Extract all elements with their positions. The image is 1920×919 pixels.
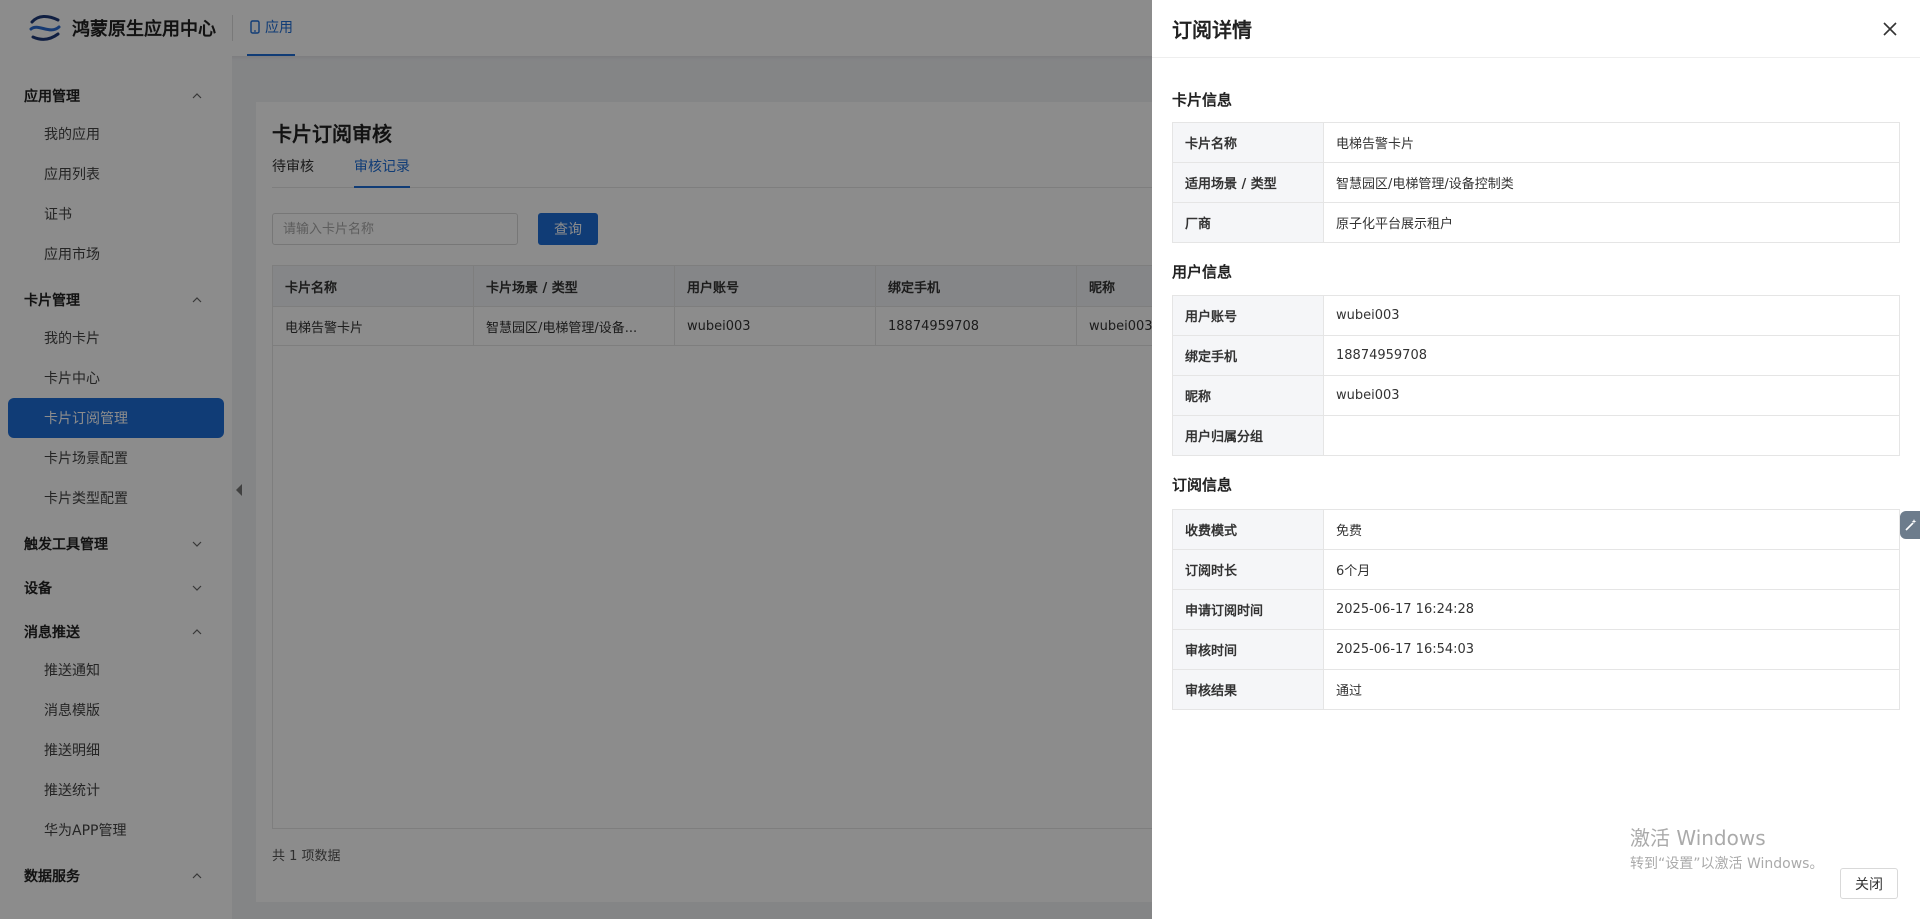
detail-row: 昵称 wubei003 bbox=[1173, 376, 1899, 416]
user-info-table: 用户账号 wubei003 绑定手机 18874959708 昵称 wubei0… bbox=[1172, 295, 1900, 456]
close-button[interactable]: 关闭 bbox=[1840, 868, 1898, 899]
detail-row: 收费模式 免费 bbox=[1173, 510, 1899, 550]
detail-row: 绑定手机 18874959708 bbox=[1173, 336, 1899, 376]
detail-label: 绑定手机 bbox=[1173, 336, 1324, 375]
detail-label: 申请订阅时间 bbox=[1173, 590, 1324, 629]
section-title-card-info: 卡片信息 bbox=[1172, 91, 1233, 109]
detail-value: 免费 bbox=[1336, 524, 1363, 539]
detail-row: 适用场景 / 类型 智慧园区/电梯管理/设备控制类 bbox=[1173, 163, 1899, 203]
detail-value: 2025-06-17 16:24:28 bbox=[1336, 602, 1475, 617]
detail-row: 用户归属分组 bbox=[1173, 416, 1899, 456]
detail-row: 厂商 原子化平台展示租户 bbox=[1173, 203, 1899, 243]
detail-row: 用户账号 wubei003 bbox=[1173, 296, 1899, 336]
close-icon[interactable] bbox=[1880, 19, 1900, 39]
detail-label: 审核时间 bbox=[1173, 630, 1324, 669]
drawer-header: 订阅详情 bbox=[1152, 0, 1920, 58]
detail-label: 订阅时长 bbox=[1173, 550, 1324, 589]
detail-label: 收费模式 bbox=[1173, 510, 1324, 549]
subscription-detail-drawer: 订阅详情 卡片信息 卡片名称 电梯告警卡片 适用场景 / 类型 智慧园区/电梯管… bbox=[1152, 0, 1920, 919]
detail-label: 审核结果 bbox=[1173, 670, 1324, 709]
detail-value: 智慧园区/电梯管理/设备控制类 bbox=[1336, 177, 1514, 192]
detail-row: 申请订阅时间 2025-06-17 16:24:28 bbox=[1173, 590, 1899, 630]
drawer-title: 订阅详情 bbox=[1172, 18, 1252, 42]
detail-value: 电梯告警卡片 bbox=[1336, 137, 1415, 152]
floating-tool-button[interactable] bbox=[1900, 511, 1920, 539]
detail-row: 订阅时长 6个月 bbox=[1173, 550, 1899, 590]
detail-value: 原子化平台展示租户 bbox=[1336, 217, 1454, 232]
subscription-info-table: 收费模式 免费 订阅时长 6个月 申请订阅时间 2025-06-17 16:24… bbox=[1172, 509, 1900, 710]
section-title-user-info: 用户信息 bbox=[1172, 263, 1233, 281]
detail-label: 昵称 bbox=[1173, 376, 1324, 415]
detail-row: 卡片名称 电梯告警卡片 bbox=[1173, 123, 1899, 163]
detail-value: 18874959708 bbox=[1336, 348, 1427, 363]
detail-label: 用户归属分组 bbox=[1173, 416, 1324, 455]
detail-row: 审核时间 2025-06-17 16:54:03 bbox=[1173, 630, 1899, 670]
watermark-title: 激活 Windows bbox=[1630, 826, 1766, 850]
detail-value: 通过 bbox=[1336, 684, 1363, 699]
detail-row: 审核结果 通过 bbox=[1173, 670, 1899, 710]
detail-label: 卡片名称 bbox=[1173, 123, 1324, 162]
detail-label: 适用场景 / 类型 bbox=[1173, 163, 1324, 202]
detail-value: 6个月 bbox=[1336, 564, 1371, 579]
card-info-table: 卡片名称 电梯告警卡片 适用场景 / 类型 智慧园区/电梯管理/设备控制类 厂商… bbox=[1172, 122, 1900, 243]
section-title-subscription-info: 订阅信息 bbox=[1172, 476, 1233, 494]
watermark-subtitle: 转到“设置”以激活 Windows。 bbox=[1630, 856, 1824, 872]
windows-activation-watermark: 激活 Windows 转到“设置”以激活 Windows。 bbox=[1630, 822, 1823, 873]
detail-label: 用户账号 bbox=[1173, 296, 1324, 335]
detail-value: wubei003 bbox=[1336, 388, 1400, 403]
detail-value: 2025-06-17 16:54:03 bbox=[1336, 642, 1475, 657]
drawer-mask[interactable] bbox=[0, 0, 1152, 919]
detail-label: 厂商 bbox=[1173, 203, 1324, 242]
detail-value: wubei003 bbox=[1336, 308, 1400, 323]
detail-value bbox=[1324, 416, 1899, 455]
magic-wand-icon bbox=[1905, 519, 1917, 531]
